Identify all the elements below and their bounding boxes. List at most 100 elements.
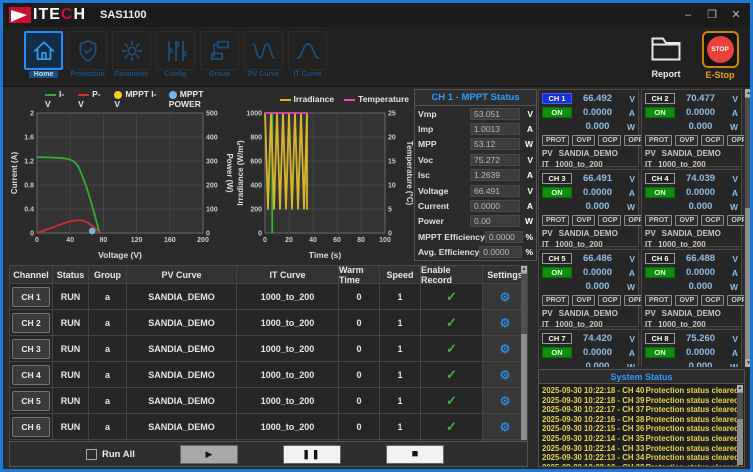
ovp-button[interactable]: OVP: [675, 295, 698, 306]
channel-select-button[interactable]: CH 5: [12, 391, 50, 411]
opp-button[interactable]: OPP: [727, 215, 744, 226]
settings-gear-icon[interactable]: ⚙: [500, 394, 511, 408]
channel-on-badge[interactable]: ON: [645, 267, 675, 278]
nav-button-it-curve[interactable]: IT Curve: [287, 31, 328, 84]
table-cell: SANDIA_DEMO: [127, 336, 237, 361]
minimize-button[interactable]: –: [678, 6, 698, 24]
table-cell[interactable]: CH 5: [9, 388, 53, 413]
table-cell[interactable]: CH 3: [9, 336, 53, 361]
scroll-up-icon[interactable]: ▲: [745, 89, 752, 97]
prot-button[interactable]: PROT: [645, 215, 672, 226]
prot-button[interactable]: PROT: [542, 215, 569, 226]
nav-button-config[interactable]: Config: [155, 31, 196, 84]
scrollbar-thumb[interactable]: [745, 98, 752, 208]
channel-on-badge[interactable]: ON: [542, 187, 572, 198]
scrollbar-thumb[interactable]: [737, 393, 743, 419]
scroll-down-icon[interactable]: ▼: [745, 359, 752, 367]
prot-button[interactable]: PROT: [542, 295, 569, 306]
legend-line-icon: [78, 94, 89, 96]
settings-gear-icon[interactable]: ⚙: [500, 420, 511, 434]
it-label: IT: [645, 160, 652, 169]
table-cell[interactable]: CH 2: [9, 310, 53, 335]
ocp-button[interactable]: OCP: [598, 215, 621, 226]
prot-button[interactable]: PROT: [542, 135, 569, 146]
channel-badge[interactable]: CH 5: [542, 253, 572, 264]
channel-select-button[interactable]: CH 6: [12, 417, 50, 437]
ovp-button[interactable]: OVP: [572, 215, 595, 226]
channel-badge[interactable]: CH 6: [645, 253, 675, 264]
channel-badge[interactable]: CH 2: [645, 93, 675, 104]
ocp-button[interactable]: OCP: [598, 295, 621, 306]
channel-on-badge[interactable]: ON: [645, 187, 675, 198]
maximize-button[interactable]: ❐: [702, 6, 722, 24]
pause-button[interactable]: ❚❚: [283, 445, 341, 464]
report-button[interactable]: Report: [644, 31, 688, 84]
current-unit: A: [623, 108, 635, 118]
opp-button[interactable]: OPP: [727, 295, 744, 306]
scroll-up-icon[interactable]: ▲: [737, 385, 743, 392]
channel-badge[interactable]: CH 8: [645, 333, 675, 344]
nav-button-parameter[interactable]: Parameter: [111, 31, 152, 84]
table-scrollbar[interactable]: ▲: [521, 266, 527, 440]
prot-button[interactable]: PROT: [645, 295, 672, 306]
channel-on-badge[interactable]: ON: [645, 347, 675, 358]
ocp-button[interactable]: OCP: [598, 135, 621, 146]
nav-button-home[interactable]: Home: [23, 31, 64, 84]
prot-button[interactable]: PROT: [645, 135, 672, 146]
scrollbar-thumb[interactable]: [521, 274, 527, 334]
enable-record-cell[interactable]: ✓: [421, 336, 483, 361]
table-cell[interactable]: CH 6: [9, 414, 53, 439]
ocp-button[interactable]: OCP: [701, 135, 724, 146]
channel-voltage-value: 66.491: [572, 173, 623, 184]
table-cell: 1000_to_200: [237, 414, 339, 439]
settings-gear-icon[interactable]: ⚙: [500, 290, 511, 304]
channel-select-button[interactable]: CH 4: [12, 365, 50, 385]
enable-record-cell[interactable]: ✓: [421, 284, 483, 309]
channel-badge[interactable]: CH 7: [542, 333, 572, 344]
play-button[interactable]: ▶: [180, 445, 238, 464]
close-button[interactable]: ✕: [726, 6, 746, 24]
settings-gear-icon[interactable]: ⚙: [500, 368, 511, 382]
channel-select-button[interactable]: CH 1: [12, 287, 50, 307]
channel-badge[interactable]: CH 1: [542, 93, 572, 104]
ocp-button[interactable]: OCP: [701, 215, 724, 226]
ocp-button[interactable]: OCP: [701, 295, 724, 306]
stop-button[interactable]: ■: [386, 445, 444, 464]
channel-on-badge[interactable]: ON: [542, 347, 572, 358]
channel-select-button[interactable]: CH 3: [12, 339, 50, 359]
channel-on-badge[interactable]: ON: [542, 107, 572, 118]
channel-badge[interactable]: CH 3: [542, 173, 572, 184]
nav-button-protection[interactable]: Protection: [67, 31, 108, 84]
opp-button[interactable]: OPP: [727, 135, 744, 146]
channel-current-value: 0.0000: [572, 187, 623, 198]
enable-record-cell[interactable]: ✓: [421, 310, 483, 335]
channel-select-button[interactable]: CH 2: [12, 313, 50, 333]
ovp-button[interactable]: OVP: [572, 135, 595, 146]
mppt-row-unit: %: [522, 247, 533, 257]
system-status-scrollbar[interactable]: ▲: [737, 385, 743, 465]
enable-record-cell[interactable]: ✓: [421, 362, 483, 387]
ovp-button[interactable]: OVP: [675, 135, 698, 146]
log-message: Protection status cleared.: [646, 386, 741, 396]
table-header-status: Status: [53, 266, 89, 283]
enable-record-cell[interactable]: ✓: [421, 414, 483, 439]
channel-on-badge[interactable]: ON: [645, 107, 675, 118]
table-cell[interactable]: CH 4: [9, 362, 53, 387]
run-all-checkbox[interactable]: [86, 449, 97, 460]
settings-gear-icon[interactable]: ⚙: [500, 342, 511, 356]
svg-text:400: 400: [206, 135, 218, 142]
enable-record-cell[interactable]: ✓: [421, 388, 483, 413]
channel-on-badge[interactable]: ON: [542, 267, 572, 278]
scroll-up-icon[interactable]: ▲: [521, 266, 527, 273]
channel-badge[interactable]: CH 4: [645, 173, 675, 184]
ovp-button[interactable]: OVP: [675, 215, 698, 226]
itech-logo-icon: [9, 7, 31, 23]
settings-gear-icon[interactable]: ⚙: [500, 316, 511, 330]
table-cell[interactable]: CH 1: [9, 284, 53, 309]
estop-button[interactable]: STOP E-Stop: [698, 31, 742, 84]
channel-power-value: 0.000: [675, 201, 726, 212]
nav-button-group[interactable]: Group: [199, 31, 240, 84]
nav-button-pv-curve[interactable]: PV Curve: [243, 31, 284, 84]
channel-grid-scrollbar[interactable]: ▲ ▼: [745, 89, 752, 367]
ovp-button[interactable]: OVP: [572, 295, 595, 306]
